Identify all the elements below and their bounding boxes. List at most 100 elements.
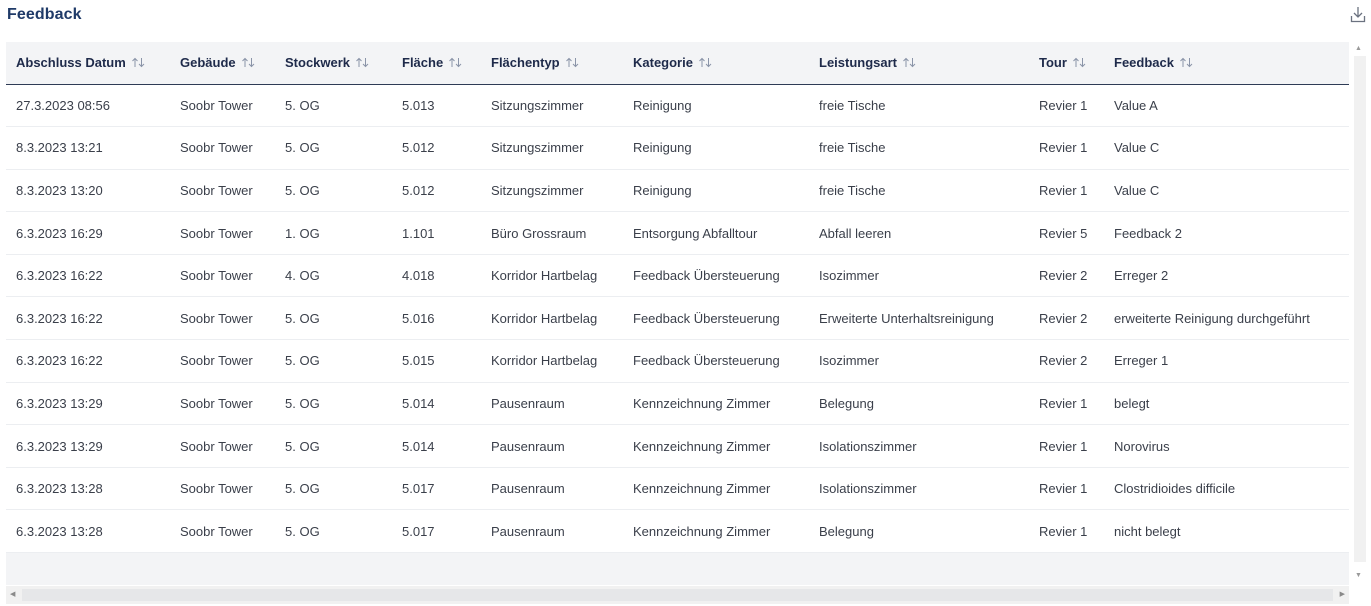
table-row[interactable]: 27.3.2023 08:56 Soobr Tower 5. OG 5.013 Sitz… (6, 84, 1349, 128)
scroll-left-arrow-icon[interactable]: ◀ (10, 590, 15, 598)
column-header-feedback[interactable]: Feedback (1104, 42, 1349, 85)
cell-feedback: Norovirus (1104, 424, 1349, 468)
cell-stockwerk: 5. OG (275, 382, 392, 426)
cell-tour: Revier 1 (1029, 509, 1104, 554)
table-header: Abschluss Datum Gebäude Stockwerk Fläche Flä… (6, 42, 1349, 85)
table-row[interactable]: 6.3.2023 16:22 Soobr Tower 5. OG 5.016 Korri… (6, 296, 1349, 341)
cell-abschluss-datum: 6.3.2023 13:28 (6, 509, 170, 554)
sort-icon[interactable] (131, 56, 146, 71)
table-row[interactable]: 8.3.2023 13:21 Soobr Tower 5. OG 5.012 Sitzu… (6, 126, 1349, 170)
cell-feedback: nicht belegt (1104, 509, 1349, 554)
column-header-label: Kategorie (633, 54, 693, 70)
cell-tour: Revier 2 (1029, 296, 1104, 341)
cell-kategorie: Feedback Übersteuerung (623, 254, 809, 298)
sort-icon[interactable] (902, 56, 917, 71)
cell-gebaeude: Soobr Tower (170, 339, 275, 383)
cell-leistungsart: freie Tische (809, 84, 1029, 128)
cell-flaeche: 5.014 (392, 424, 481, 468)
cell-feedback: belegt (1104, 382, 1349, 426)
cell-leistungsart: Isozimmer (809, 254, 1029, 298)
cell-feedback: Erreger 2 (1104, 254, 1349, 298)
column-header-label: Abschluss Datum (16, 54, 126, 70)
column-header-label: Flächentyp (491, 54, 560, 70)
cell-flaechentyp: Korridor Hartbelag (481, 339, 623, 383)
sort-icon[interactable] (698, 56, 713, 71)
column-header-flaeche[interactable]: Fläche (392, 42, 481, 85)
cell-kategorie: Kennzeichnung Zimmer (623, 382, 809, 426)
cell-stockwerk: 5. OG (275, 424, 392, 468)
scroll-down-arrow-icon[interactable]: ▼ (1355, 572, 1362, 579)
cell-tour: Revier 2 (1029, 254, 1104, 298)
cell-gebaeude: Soobr Tower (170, 424, 275, 468)
cell-tour: Revier 1 (1029, 382, 1104, 426)
column-header-kategorie[interactable]: Kategorie (623, 42, 809, 85)
cell-stockwerk: 5. OG (275, 126, 392, 170)
cell-abschluss-datum: 6.3.2023 16:22 (6, 339, 170, 383)
sort-icon[interactable] (448, 56, 463, 71)
sort-icon[interactable] (1072, 56, 1087, 71)
cell-feedback: Value C (1104, 126, 1349, 170)
table-row[interactable]: 6.3.2023 16:22 Soobr Tower 4. OG 4.018 Korri… (6, 254, 1349, 298)
cell-leistungsart: Isozimmer (809, 339, 1029, 383)
cell-flaeche: 5.014 (392, 382, 481, 426)
cell-kategorie: Feedback Übersteuerung (623, 339, 809, 383)
cell-kategorie: Kennzeichnung Zimmer (623, 509, 809, 554)
header-row: Abschluss Datum Gebäude Stockwerk Fläche Flä… (6, 42, 1349, 85)
cell-stockwerk: 5. OG (275, 339, 392, 383)
table-row[interactable]: 6.3.2023 13:28 Soobr Tower 5. OG 5.017 Pause… (6, 467, 1349, 511)
column-header-gebaeude[interactable]: Gebäude (170, 42, 275, 85)
cell-flaeche: 5.016 (392, 296, 481, 341)
scroll-up-arrow-icon[interactable]: ▲ (1355, 45, 1362, 52)
cell-abschluss-datum: 6.3.2023 16:29 (6, 211, 170, 255)
table-row[interactable]: 6.3.2023 16:22 Soobr Tower 5. OG 5.015 Korri… (6, 339, 1349, 383)
cell-feedback: Value A (1104, 84, 1349, 128)
cell-flaechentyp: Korridor Hartbelag (481, 296, 623, 341)
vertical-scroll-thumb[interactable] (1354, 56, 1366, 562)
cell-feedback: Value C (1104, 169, 1349, 213)
cell-stockwerk: 4. OG (275, 254, 392, 298)
feedback-table: Abschluss Datum Gebäude Stockwerk Fläche Flä… (6, 42, 1349, 554)
cell-flaechentyp: Korridor Hartbelag (481, 254, 623, 298)
table-row[interactable]: 6.3.2023 13:29 Soobr Tower 5. OG 5.014 Pause… (6, 382, 1349, 426)
horizontal-scroll-thumb[interactable] (22, 589, 1333, 601)
sort-icon[interactable] (565, 56, 580, 71)
download-button[interactable] (1349, 5, 1367, 23)
column-header-leistungsart[interactable]: Leistungsart (809, 42, 1029, 85)
cell-kategorie: Reinigung (623, 126, 809, 170)
table-row[interactable]: 8.3.2023 13:20 Soobr Tower 5. OG 5.012 Sitzu… (6, 169, 1349, 213)
cell-flaeche: 5.013 (392, 84, 481, 128)
column-header-stockwerk[interactable]: Stockwerk (275, 42, 392, 85)
cell-abschluss-datum: 8.3.2023 13:21 (6, 126, 170, 170)
horizontal-scrollbar[interactable]: ◀ ▶ (6, 586, 1349, 604)
cell-feedback: Erreger 1 (1104, 339, 1349, 383)
table-row[interactable]: 6.3.2023 13:29 Soobr Tower 5. OG 5.014 Pause… (6, 424, 1349, 468)
cell-stockwerk: 5. OG (275, 467, 392, 511)
sort-icon[interactable] (1179, 56, 1194, 71)
cell-kategorie: Feedback Übersteuerung (623, 296, 809, 341)
column-header-abschluss-datum[interactable]: Abschluss Datum (6, 42, 170, 85)
cell-flaechentyp: Büro Grossraum (481, 211, 623, 255)
scroll-right-arrow-icon[interactable]: ▶ (1340, 590, 1345, 598)
cell-gebaeude: Soobr Tower (170, 169, 275, 213)
cell-kategorie: Reinigung (623, 169, 809, 213)
column-header-flaechentyp[interactable]: Flächentyp (481, 42, 623, 85)
table-row[interactable]: 6.3.2023 13:28 Soobr Tower 5. OG 5.017 Pause… (6, 509, 1349, 554)
cell-abschluss-datum: 6.3.2023 13:29 (6, 424, 170, 468)
table-row[interactable]: 6.3.2023 16:29 Soobr Tower 1. OG 1.101 Büro … (6, 211, 1349, 255)
cell-abschluss-datum: 6.3.2023 16:22 (6, 254, 170, 298)
cell-tour: Revier 1 (1029, 169, 1104, 213)
cell-flaeche: 5.015 (392, 339, 481, 383)
cell-leistungsart: Abfall leeren (809, 211, 1029, 255)
cell-gebaeude: Soobr Tower (170, 382, 275, 426)
table-body: 27.3.2023 08:56 Soobr Tower 5. OG 5.013 Sitz… (6, 84, 1349, 554)
cell-flaeche: 5.017 (392, 467, 481, 511)
cell-feedback: Feedback 2 (1104, 211, 1349, 255)
vertical-scrollbar[interactable]: ▲ ▼ (1349, 42, 1371, 585)
column-header-label: Leistungsart (819, 54, 898, 70)
cell-tour: Revier 1 (1029, 467, 1104, 511)
cell-stockwerk: 5. OG (275, 169, 392, 213)
sort-icon[interactable] (355, 56, 370, 71)
sort-icon[interactable] (241, 56, 256, 71)
cell-flaechentyp: Pausenraum (481, 467, 623, 511)
column-header-tour[interactable]: Tour (1029, 42, 1104, 85)
